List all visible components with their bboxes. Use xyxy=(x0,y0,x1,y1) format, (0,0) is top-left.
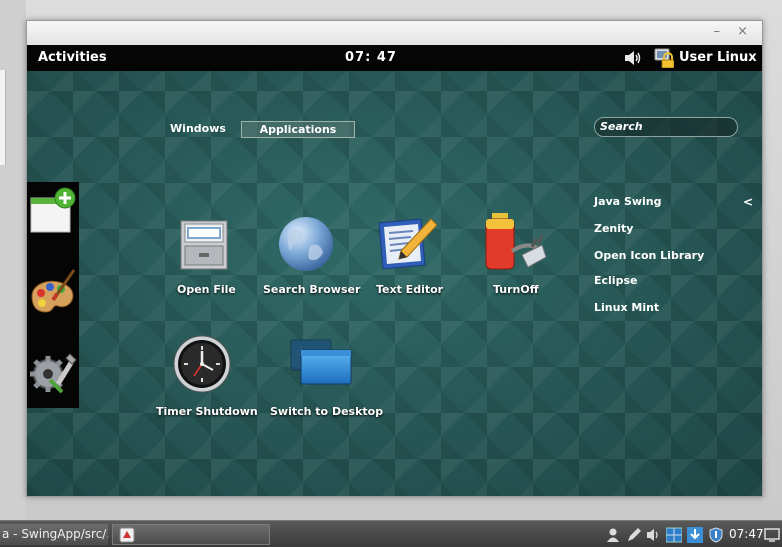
app-label[interactable]: Search Browser xyxy=(263,283,360,296)
category-selected-arrow: < xyxy=(743,195,754,209)
minimize-button[interactable]: – xyxy=(714,24,721,39)
clock-icon[interactable] xyxy=(172,334,232,394)
app-window: – × Activities 07: 47 User Linux Windows… xyxy=(26,20,763,497)
desktop-window-edge xyxy=(0,70,6,165)
shield-icon[interactable] xyxy=(708,527,724,543)
add-item-icon[interactable] xyxy=(28,186,78,238)
user-lock-icon[interactable] xyxy=(654,48,674,68)
window-titlebar[interactable]: – × xyxy=(27,21,762,45)
panel-clock[interactable]: 07: 47 xyxy=(345,50,397,65)
pen-icon[interactable] xyxy=(626,527,642,543)
top-panel: Activities 07: 47 User Linux xyxy=(27,45,762,71)
show-desktop-icon[interactable] xyxy=(764,527,780,543)
app-label[interactable]: Timer Shutdown xyxy=(156,405,258,418)
dash xyxy=(27,182,79,408)
category-item[interactable]: Eclipse xyxy=(594,274,637,287)
app-label[interactable]: Switch to Desktop xyxy=(270,405,383,418)
workspace-switcher-icon[interactable] xyxy=(666,527,682,543)
battery-plug-icon[interactable] xyxy=(482,211,548,273)
overview-area: Activities 07: 47 User Linux Windows App… xyxy=(27,45,762,496)
desktop-windows-icon[interactable] xyxy=(289,336,355,390)
category-item[interactable]: Open Icon Library xyxy=(594,249,704,262)
taskbar: a - SwingApp/src/... 07:47 xyxy=(0,520,782,547)
app-label[interactable]: Open File xyxy=(177,283,236,296)
search-input[interactable]: Search xyxy=(594,117,738,137)
app-label[interactable]: TurnOff xyxy=(493,283,539,296)
desktop-background xyxy=(0,0,26,520)
volume-tray-icon[interactable] xyxy=(646,527,662,543)
category-item[interactable]: Linux Mint xyxy=(594,301,659,314)
user-menu[interactable]: User Linux xyxy=(679,50,757,65)
taskbar-task-swingapp[interactable]: a - SwingApp/src/... xyxy=(0,524,108,545)
file-cabinet-icon[interactable] xyxy=(177,215,231,271)
category-item[interactable]: Zenity xyxy=(594,222,633,235)
download-icon[interactable] xyxy=(687,527,703,543)
taskbar-clock[interactable]: 07:47 xyxy=(729,527,764,541)
tab-windows[interactable]: Windows xyxy=(167,121,229,138)
category-item[interactable]: Java Swing xyxy=(594,195,662,208)
app-window-icon xyxy=(119,527,135,543)
text-editor-icon[interactable] xyxy=(377,215,437,271)
activities-button[interactable]: Activities xyxy=(38,50,107,65)
tab-applications[interactable]: Applications xyxy=(241,121,355,138)
user-icon[interactable] xyxy=(605,527,621,543)
app-label[interactable]: Text Editor xyxy=(376,283,443,296)
globe-icon[interactable] xyxy=(277,215,335,273)
taskbar-task-window[interactable] xyxy=(112,524,270,545)
volume-icon[interactable] xyxy=(624,50,642,66)
palette-icon[interactable] xyxy=(28,266,78,318)
close-button[interactable]: × xyxy=(737,24,748,39)
settings-tools-icon[interactable] xyxy=(28,346,78,398)
